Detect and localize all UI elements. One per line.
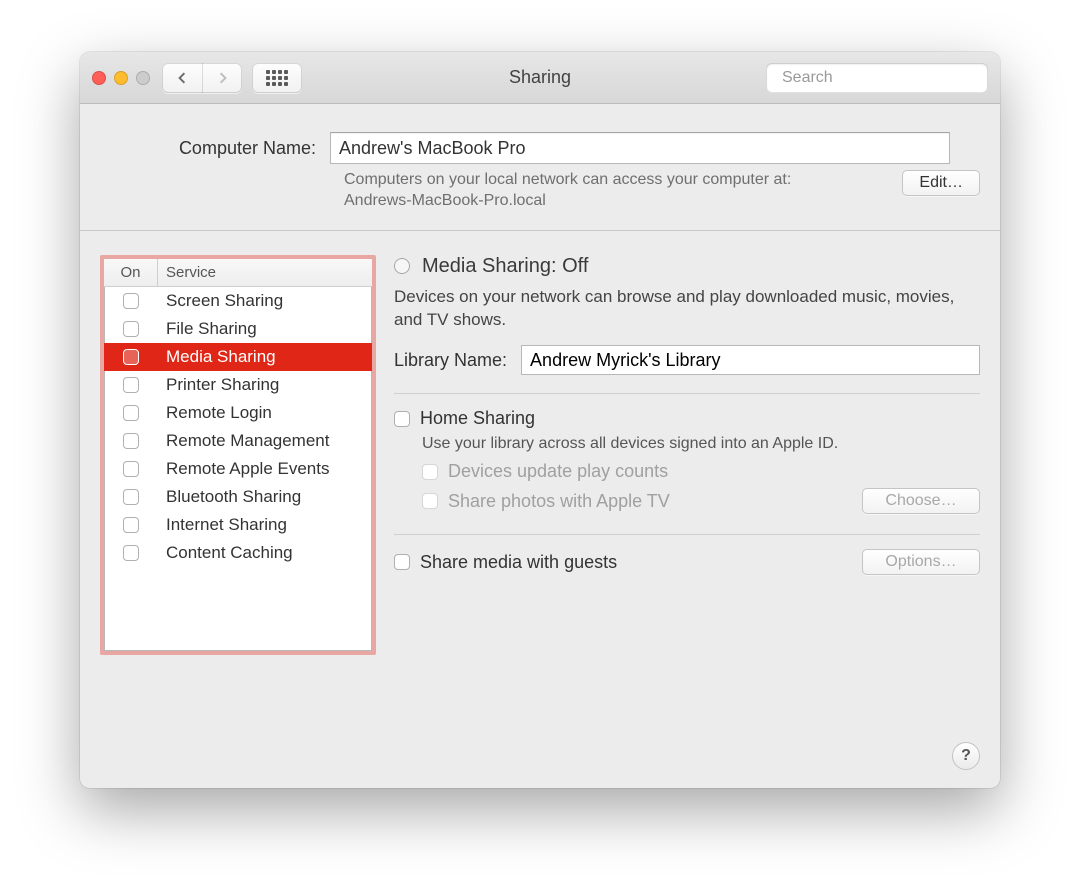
library-name-label: Library Name: [394,350,507,371]
service-checkbox[interactable] [123,321,139,337]
computer-name-section: Computer Name: Computers on your local n… [80,104,1000,231]
service-row[interactable]: Remote Management [104,427,372,455]
preferences-window: Sharing Computer Name: Computers on your… [80,52,1000,788]
service-label: Remote Management [158,431,372,451]
service-checkbox[interactable] [123,405,139,421]
computer-name-hint: Computers on your local network can acce… [344,170,902,212]
service-checkbox[interactable] [123,545,139,561]
service-checkbox[interactable] [123,433,139,449]
service-label: Screen Sharing [158,291,372,311]
play-counts-label: Devices update play counts [448,461,668,482]
search-field[interactable] [766,63,988,93]
chevron-right-icon [217,72,229,84]
service-checkbox[interactable] [123,293,139,309]
edit-hostname-button[interactable]: Edit… [902,170,980,196]
service-label: File Sharing [158,319,372,339]
home-sharing-checkbox[interactable] [394,411,410,427]
service-description: Devices on your network can browse and p… [394,286,980,332]
forward-button[interactable] [202,63,242,93]
service-row[interactable]: Internet Sharing [104,511,372,539]
window-controls [92,71,150,85]
services-list: On Service Screen Sharing File Sharing Med… [100,255,376,655]
service-checkbox[interactable] [123,349,139,365]
separator [394,534,980,535]
computer-name-input[interactable] [330,132,950,164]
service-label: Bluetooth Sharing [158,487,372,507]
chevron-left-icon [176,72,188,84]
help-button[interactable]: ? [952,742,980,770]
play-counts-checkbox[interactable] [422,464,438,480]
service-label: Media Sharing [158,347,372,367]
computer-name-hint-line1: Computers on your local network can acce… [344,171,791,188]
computer-name-hint-line2: Andrews-MacBook-Pro.local [344,192,546,209]
minimize-window-button[interactable] [114,71,128,85]
choose-photos-button[interactable]: Choose… [862,488,980,514]
service-row[interactable]: Bluetooth Sharing [104,483,372,511]
share-photos-label: Share photos with Apple TV [448,491,670,512]
service-checkbox[interactable] [123,489,139,505]
zoom-window-button[interactable] [136,71,150,85]
separator [394,393,980,394]
status-indicator-icon [394,258,410,274]
service-label: Content Caching [158,543,372,563]
share-photos-checkbox[interactable] [422,493,438,509]
service-row[interactable]: File Sharing [104,315,372,343]
grid-icon [266,70,288,86]
service-detail: Media Sharing: Off Devices on your netwo… [394,255,980,768]
computer-name-label: Computer Name: [100,138,330,159]
nav-back-forward [162,63,242,93]
service-row[interactable]: Remote Apple Events [104,455,372,483]
guest-options-button[interactable]: Options… [862,549,980,575]
share-guests-checkbox[interactable] [394,554,410,570]
home-sharing-desc: Use your library across all devices sign… [422,435,980,453]
service-label: Printer Sharing [158,375,372,395]
service-checkbox[interactable] [123,377,139,393]
services-header-on: On [104,259,158,286]
close-window-button[interactable] [92,71,106,85]
home-sharing-label: Home Sharing [420,408,535,429]
show-all-button[interactable] [252,63,302,93]
service-label: Remote Login [158,403,372,423]
service-row[interactable]: Media Sharing [104,343,372,371]
service-label: Internet Sharing [158,515,372,535]
services-header-service: Service [158,259,372,286]
service-label: Remote Apple Events [158,459,372,479]
service-row[interactable]: Screen Sharing [104,287,372,315]
service-row[interactable]: Remote Login [104,399,372,427]
services-list-body[interactable]: Screen Sharing File Sharing Media Sharing P… [104,287,372,651]
service-checkbox[interactable] [123,461,139,477]
services-header: On Service [104,259,372,287]
back-button[interactable] [162,63,202,93]
service-row[interactable]: Content Caching [104,539,372,567]
library-name-input[interactable] [521,345,980,375]
service-row[interactable]: Printer Sharing [104,371,372,399]
search-input[interactable] [780,68,991,88]
share-guests-label: Share media with guests [420,552,617,573]
service-status-title: Media Sharing: Off [422,255,588,278]
service-checkbox[interactable] [123,517,139,533]
titlebar: Sharing [80,52,1000,104]
